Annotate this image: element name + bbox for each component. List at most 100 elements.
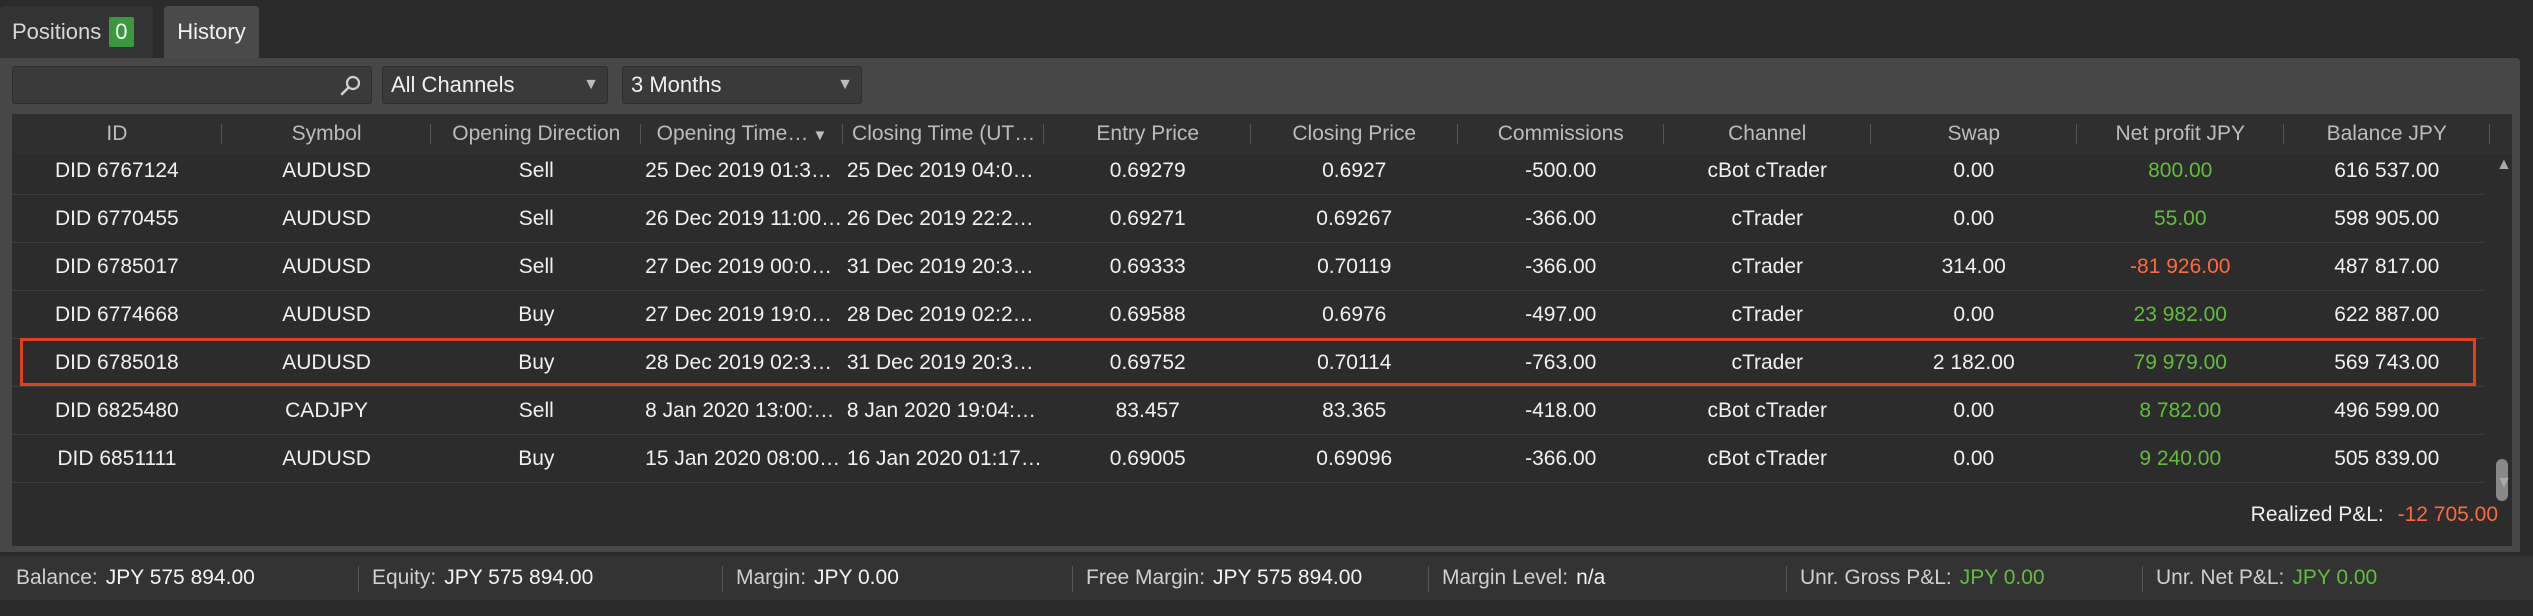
search-box[interactable] bbox=[12, 66, 372, 104]
history-table: ID Symbol Opening Direction Opening Time… ▼… bbox=[12, 114, 2512, 546]
col-symbol-cell: AUDUSD bbox=[282, 207, 371, 230]
col-id-cell: DID 6825480 bbox=[54, 399, 179, 422]
realized-pnl-value: -12 705.00 bbox=[2397, 503, 2498, 526]
col-opening-time-cell: 26 Dec 2019 11:00… bbox=[645, 207, 843, 230]
col-direction-cell: Buy bbox=[518, 447, 555, 470]
col-commissions-header[interactable]: Commissions bbox=[1458, 114, 1665, 154]
col-closing-price-cell: 0.6927 bbox=[1322, 159, 1387, 182]
col-swap-header[interactable]: Swap bbox=[1871, 114, 2078, 154]
table-row[interactable]: DID 6851111 AUDUSD Buy 15 Jan 2020 08:00… 16… bbox=[12, 435, 2484, 483]
col-closing-time-cell: 25 Dec 2019 04:0… bbox=[846, 159, 1034, 182]
col-channel-cell: cBot cTrader bbox=[1707, 159, 1827, 182]
col-channel-cell: cBot cTrader bbox=[1707, 399, 1827, 422]
col-opening-time-cell: 8 Jan 2020 13:00:… bbox=[645, 399, 835, 422]
col-direction-cell: Buy bbox=[518, 303, 555, 326]
col-commissions-cell: -366.00 bbox=[1525, 447, 1597, 470]
scroll-up-icon[interactable]: ▲ bbox=[2496, 156, 2512, 174]
table-header: ID Symbol Opening Direction Opening Time… ▼… bbox=[12, 114, 2512, 154]
col-direction-cell: Sell bbox=[518, 399, 554, 422]
scroll-down-icon[interactable]: ▼ bbox=[2496, 474, 2512, 492]
col-direction-header[interactable]: Opening Direction bbox=[431, 114, 641, 154]
status-divider bbox=[1428, 566, 1429, 592]
tab-positions[interactable]: Positions 0 bbox=[0, 6, 153, 58]
col-symbol-cell: AUDUSD bbox=[282, 351, 371, 374]
status-value: JPY 575 894.00 bbox=[444, 566, 594, 589]
table-row[interactable]: DID 6785017 AUDUSD Sell 27 Dec 2019 00:0… 31… bbox=[12, 243, 2484, 291]
col-closing-price-cell: 0.70119 bbox=[1317, 255, 1392, 278]
channel-select[interactable]: All Channels ▼ bbox=[382, 66, 608, 104]
chevron-down-icon: ▼ bbox=[583, 76, 599, 93]
col-balance-cell: 487 817.00 bbox=[2334, 255, 2440, 278]
status-balance: Balance: JPY 575 894.00 bbox=[16, 556, 255, 600]
account-status-bar: Balance: JPY 575 894.00 Equity: JPY 575 894… bbox=[0, 556, 2533, 600]
col-symbol-header[interactable]: Symbol bbox=[222, 114, 432, 154]
period-select[interactable]: 3 Months ▼ bbox=[622, 66, 862, 104]
col-channel-cell: cTrader bbox=[1731, 351, 1804, 374]
status-label: Free Margin: bbox=[1086, 566, 1206, 589]
vertical-scrollbar[interactable]: ▲ ▼ bbox=[2490, 154, 2512, 546]
col-swap-cell: 0.00 bbox=[1953, 207, 1995, 230]
status-value: n/a bbox=[1576, 566, 1606, 589]
table-row[interactable]: DID 6825480 CADJPY Sell 8 Jan 2020 13:00:… 8… bbox=[12, 387, 2484, 435]
status-value: JPY 0.00 bbox=[814, 566, 899, 589]
col-commissions-cell: -500.00 bbox=[1525, 159, 1597, 182]
column-header-label: Opening Time… bbox=[656, 122, 809, 145]
col-net-profit-cell: 9 240.00 bbox=[2139, 447, 2222, 470]
table-row[interactable]: DID 6774668 AUDUSD Buy 27 Dec 2019 19:0… 28 … bbox=[12, 291, 2484, 339]
tab-history[interactable]: History bbox=[164, 6, 259, 58]
col-entry-price-cell: 0.69588 bbox=[1109, 303, 1186, 326]
col-opening-time-cell: 28 Dec 2019 02:3… bbox=[645, 351, 832, 374]
status-label: Margin Level: bbox=[1442, 566, 1569, 589]
col-id-cell: DID 6774668 bbox=[54, 303, 179, 326]
col-balance-cell: 616 537.00 bbox=[2334, 159, 2440, 182]
col-swap-cell: 2 182.00 bbox=[1932, 351, 2015, 374]
col-balance-header[interactable]: Balance JPY bbox=[2284, 114, 2491, 154]
col-swap-cell: 314.00 bbox=[1941, 255, 2006, 278]
tab-positions-label: Positions bbox=[12, 19, 102, 44]
col-swap-cell: 0.00 bbox=[1953, 303, 1995, 326]
search-icon[interactable] bbox=[339, 73, 363, 97]
col-channel-cell: cBot cTrader bbox=[1707, 447, 1827, 470]
col-direction-cell: Buy bbox=[518, 351, 555, 374]
col-id-header[interactable]: ID bbox=[12, 114, 222, 154]
col-direction-cell: Sell bbox=[518, 255, 554, 278]
col-entry-price-cell: 0.69752 bbox=[1109, 351, 1186, 374]
sort-desc-icon[interactable]: ▼ bbox=[808, 127, 828, 144]
channel-select-value: All Channels bbox=[391, 72, 515, 97]
tab-history-label: History bbox=[177, 19, 246, 44]
col-net-profit-cell: 23 982.00 bbox=[2133, 303, 2227, 326]
column-header-label: Entry Price bbox=[1096, 122, 1200, 145]
col-closing-time-header[interactable]: Closing Time (UT… bbox=[843, 114, 1045, 154]
chevron-down-icon: ▼ bbox=[837, 76, 853, 93]
col-channel-cell: cTrader bbox=[1731, 207, 1804, 230]
col-net-profit-cell: 55.00 bbox=[2153, 207, 2207, 230]
col-id-cell: DID 6770455 bbox=[54, 207, 179, 230]
column-header-label: Balance JPY bbox=[2326, 122, 2447, 145]
col-opening-time-header[interactable]: Opening Time… ▼ bbox=[641, 114, 843, 154]
col-balance-cell: 598 905.00 bbox=[2334, 207, 2440, 230]
col-balance-cell: 505 839.00 bbox=[2334, 447, 2440, 470]
column-header-label: Commissions bbox=[1497, 122, 1624, 145]
status-divider bbox=[358, 566, 359, 592]
search-input[interactable] bbox=[19, 71, 333, 101]
col-net-profit-header[interactable]: Net profit JPY bbox=[2077, 114, 2284, 154]
column-header-label: Symbol bbox=[291, 122, 362, 145]
table-row[interactable]: DID 6770455 AUDUSD Sell 26 Dec 2019 11:00… 2… bbox=[12, 195, 2484, 243]
status-label: Unr. Net P&L: bbox=[2156, 566, 2285, 589]
status-unrealized-net-pnl: Unr. Net P&L: JPY 0.00 bbox=[2156, 556, 2377, 600]
column-header-label: Closing Price bbox=[1292, 122, 1417, 145]
column-header-label: Net profit JPY bbox=[2115, 122, 2246, 145]
table-row-selected[interactable]: DID 6785018 AUDUSD Buy 28 Dec 2019 02:3… 31 … bbox=[12, 338, 2484, 387]
col-channel-header[interactable]: Channel bbox=[1664, 114, 1871, 154]
col-closing-price-header[interactable]: Closing Price bbox=[1251, 114, 1458, 154]
col-entry-price-header[interactable]: Entry Price bbox=[1045, 114, 1252, 154]
col-entry-price-cell: 83.457 bbox=[1115, 399, 1180, 422]
status-value: JPY 575 894.00 bbox=[1213, 566, 1363, 589]
column-header-label: Closing Time (UT… bbox=[852, 122, 1036, 145]
col-commissions-cell: -418.00 bbox=[1525, 399, 1597, 422]
col-opening-time-cell: 15 Jan 2020 08:00… bbox=[645, 447, 841, 470]
status-equity: Equity: JPY 575 894.00 bbox=[372, 556, 593, 600]
col-symbol-cell: AUDUSD bbox=[282, 159, 371, 182]
status-divider bbox=[1786, 566, 1787, 592]
table-row[interactable]: DID 6767124 AUDUSD Sell 25 Dec 2019 01:3… 25… bbox=[12, 154, 2484, 195]
